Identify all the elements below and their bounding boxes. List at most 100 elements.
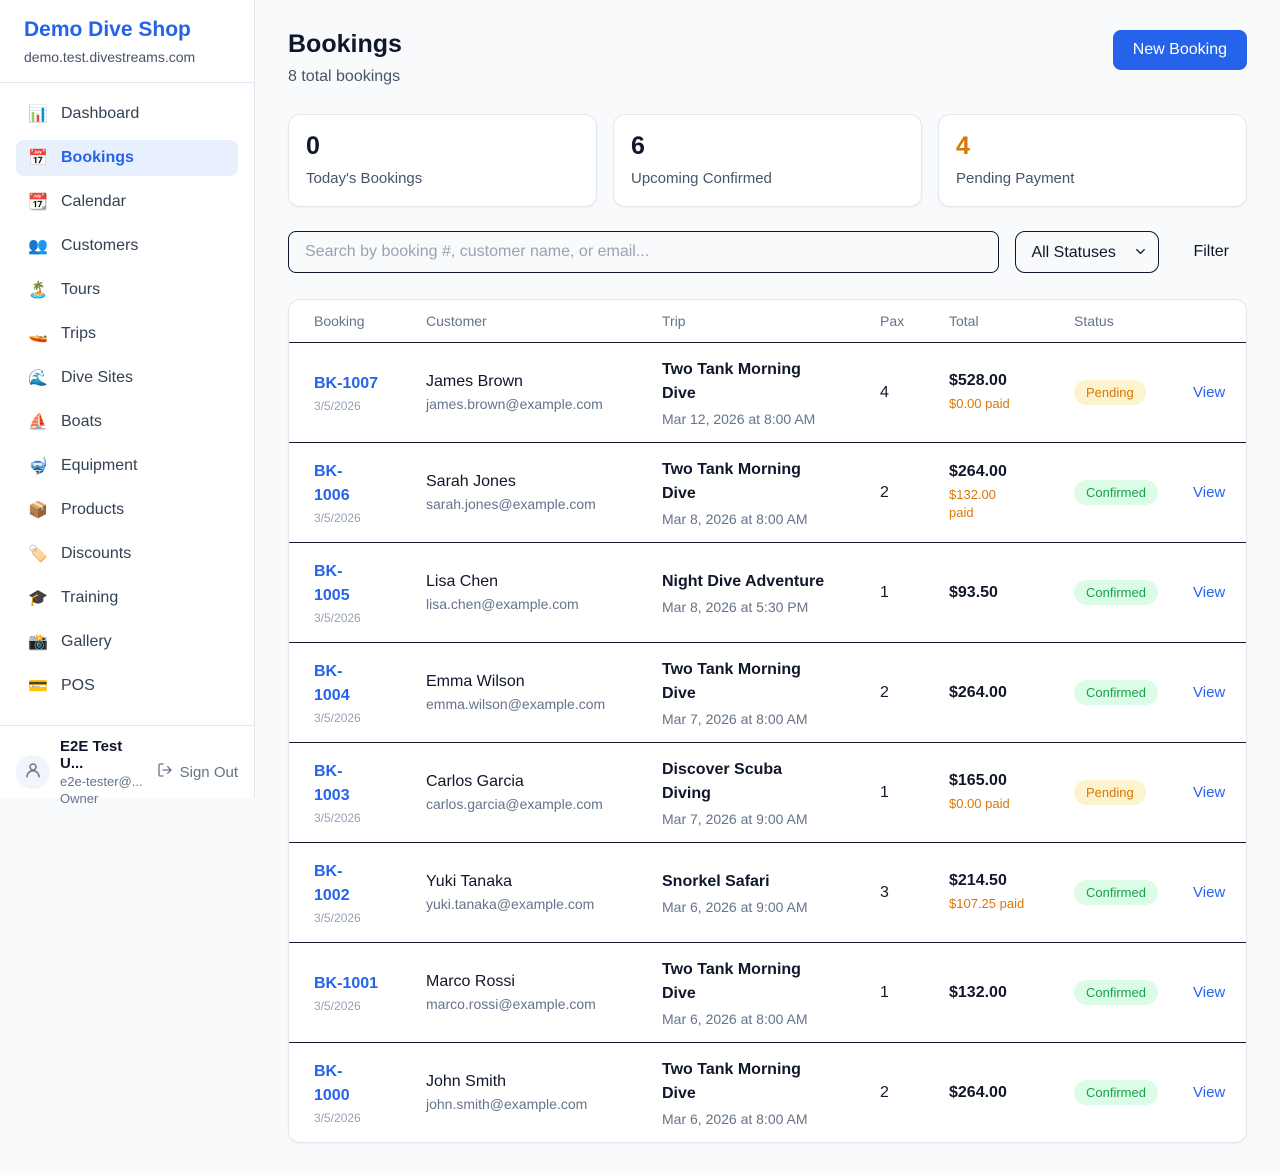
sidebar-item-trips[interactable]: 🚤 Trips [16,316,238,352]
filter-button[interactable]: Filter [1175,243,1247,261]
booking-cell: BK- 1004 3/5/2026 [314,660,426,724]
booking-id-link[interactable]: BK-1007 [314,372,426,395]
status-badge: Confirmed [1074,480,1158,505]
customer-name: Lisa Chen [426,573,662,591]
trip-datetime: Mar 7, 2026 at 9:00 AM [662,811,880,827]
stats-cards: 0 Today's Bookings 6 Upcoming Confirmed … [288,114,1247,207]
filter-row: All Statuses Filter [288,231,1247,273]
stat-label: Today's Bookings [306,170,579,187]
customer-email: sarah.jones@example.com [426,496,662,512]
pax-value: 1 [880,584,949,602]
nav-item-icon: 📆 [28,192,48,212]
sidebar-item-label: Training [61,589,118,607]
sidebar-item-boats[interactable]: ⛵ Boats [16,404,238,440]
sidebar-item-label: Dashboard [61,105,139,123]
booking-id-link[interactable]: BK- 1006 [314,460,426,506]
customer-cell: Yuki Tanaka yuki.tanaka@example.com [426,873,662,912]
booking-cell: BK-1001 3/5/2026 [314,972,426,1013]
customer-email: yuki.tanaka@example.com [426,896,662,912]
stat-label: Pending Payment [956,170,1229,187]
column-header-status: Status [1074,313,1184,329]
booking-id-link[interactable]: BK- 1004 [314,660,426,706]
trip-datetime: Mar 8, 2026 at 5:30 PM [662,599,880,615]
column-header-booking: Booking [314,313,426,329]
sidebar-item-label: Dive Sites [61,369,133,387]
nav-item-icon: 🤿 [28,456,48,476]
sidebar-item-training[interactable]: 🎓 Training [16,580,238,616]
sidebar-item-label: POS [61,677,95,695]
table-row: BK- 1000 3/5/2026 John Smith john.smith@… [289,1042,1246,1142]
sidebar-item-equipment[interactable]: 🤿 Equipment [16,448,238,484]
page-title-block: Bookings 8 total bookings [288,30,402,86]
customer-cell: Sarah Jones sarah.jones@example.com [426,473,662,512]
trip-cell: Two Tank Morning Dive Mar 6, 2026 at 8:0… [662,1058,880,1127]
stat-value: 6 [631,132,904,161]
actions-cell: View [1184,784,1225,802]
sidebar-item-customers[interactable]: 👥 Customers [16,228,238,264]
table-row: BK- 1004 3/5/2026 Emma Wilson emma.wilso… [289,642,1246,742]
booking-date: 3/5/2026 [314,811,426,825]
view-link[interactable]: View [1184,884,1225,901]
booking-date: 3/5/2026 [314,1111,426,1125]
booking-id-link[interactable]: BK- 1002 [314,860,426,906]
main-content: Bookings 8 total bookings New Booking 0 … [255,0,1280,1175]
customer-name: Emma Wilson [426,673,662,691]
sidebar-item-tours[interactable]: 🏝️ Tours [16,272,238,308]
view-link[interactable]: View [1184,584,1225,601]
sidebar-item-dive-sites[interactable]: 🌊 Dive Sites [16,360,238,396]
view-link[interactable]: View [1184,784,1225,801]
sidebar-item-pos[interactable]: 💳 POS [16,668,238,704]
sidebar-item-dashboard[interactable]: 📊 Dashboard [16,96,238,132]
view-link[interactable]: View [1184,684,1225,701]
trip-name: Two Tank Morning Dive [662,958,880,1006]
page-header: Bookings 8 total bookings New Booking [288,30,1247,86]
trip-name: Snorkel Safari [662,870,880,894]
table-row: BK- 1006 3/5/2026 Sarah Jones sarah.jone… [289,442,1246,542]
trip-name: Two Tank Morning Dive [662,358,880,406]
stat-card: 0 Today's Bookings [288,114,597,207]
table-row: BK-1007 3/5/2026 James Brown james.brown… [289,342,1246,442]
booking-cell: BK- 1002 3/5/2026 [314,860,426,924]
view-link[interactable]: View [1184,984,1225,1001]
sidebar-item-discounts[interactable]: 🏷️ Discounts [16,536,238,572]
view-link[interactable]: View [1184,1084,1225,1101]
booking-id-link[interactable]: BK- 1005 [314,560,426,606]
status-badge: Confirmed [1074,1080,1158,1105]
logout-icon [157,762,173,782]
status-cell: Pending [1074,380,1184,405]
status-filter-select[interactable]: All Statuses [1015,231,1159,273]
trip-name: Night Dive Adventure [662,570,880,594]
booking-id-link[interactable]: BK- 1000 [314,1060,426,1106]
total-cell: $264.00 [949,684,1074,702]
view-link[interactable]: View [1184,484,1225,501]
booking-cell: BK- 1000 3/5/2026 [314,1060,426,1124]
trip-datetime: Mar 6, 2026 at 8:00 AM [662,1111,880,1127]
page-subtitle: 8 total bookings [288,68,402,86]
sidebar-item-gallery[interactable]: 📸 Gallery [16,624,238,660]
booking-id-link[interactable]: BK-1001 [314,972,426,995]
new-booking-button[interactable]: New Booking [1113,30,1247,70]
trip-cell: Snorkel Safari Mar 6, 2026 at 9:00 AM [662,870,880,915]
actions-cell: View [1184,384,1225,402]
customer-name: James Brown [426,373,662,391]
customer-cell: John Smith john.smith@example.com [426,1073,662,1112]
sidebar-item-products[interactable]: 📦 Products [16,492,238,528]
view-link[interactable]: View [1184,384,1225,401]
trip-name: Two Tank Morning Dive [662,1058,880,1106]
booking-date: 3/5/2026 [314,399,426,413]
sidebar-item-bookings[interactable]: 📅 Bookings [16,140,238,176]
table-row: BK-1001 3/5/2026 Marco Rossi marco.rossi… [289,942,1246,1042]
sign-out-button[interactable]: Sign Out [157,762,238,782]
trip-cell: Two Tank Morning Dive Mar 8, 2026 at 8:0… [662,458,880,527]
nav-item-icon: 🚤 [28,324,48,344]
sidebar-item-label: Calendar [61,193,126,211]
total-cell: $528.00 $0.00 paid [949,372,1074,413]
booking-id-link[interactable]: BK- 1003 [314,760,426,806]
sidebar-item-calendar[interactable]: 📆 Calendar [16,184,238,220]
sidebar-item-label: Boats [61,413,102,431]
pax-value: 2 [880,484,949,502]
search-input[interactable] [288,231,999,273]
trip-name: Two Tank Morning Dive [662,458,880,506]
user-email: e2e-tester@... [60,774,147,789]
status-cell: Confirmed [1074,1080,1184,1105]
